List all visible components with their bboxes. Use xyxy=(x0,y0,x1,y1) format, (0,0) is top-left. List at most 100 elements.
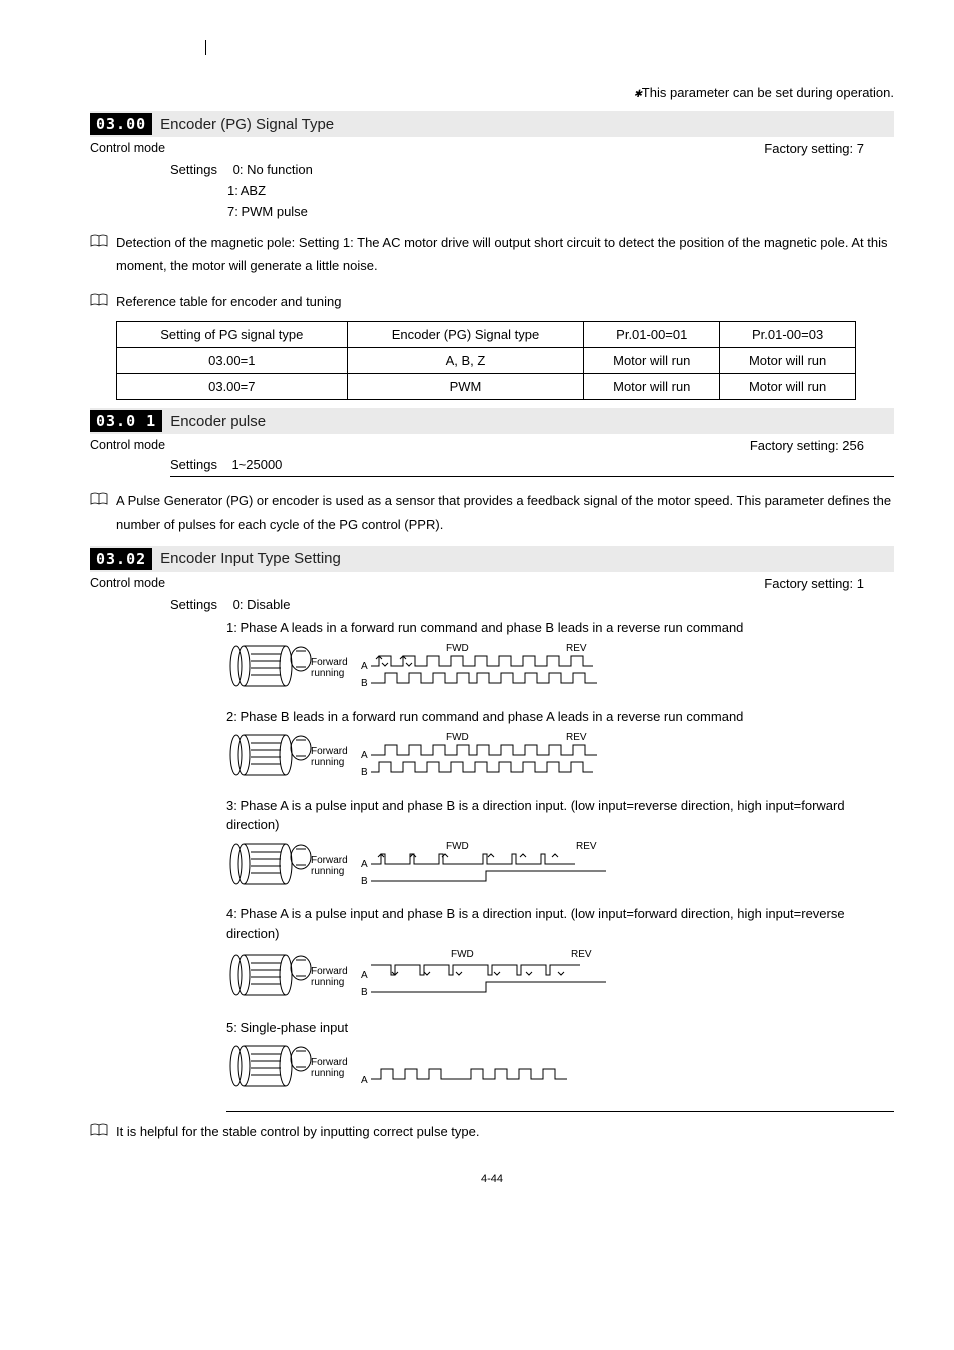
param-0302-code: 03.02 xyxy=(90,548,152,570)
note-reftable: Reference table for encoder and tuning xyxy=(90,290,894,313)
book-icon xyxy=(90,293,108,307)
note-text: Reference table for encoder and tuning xyxy=(116,290,342,313)
running-label: running xyxy=(311,866,344,877)
option-3-text: 3: Phase A is a pulse input and phase B … xyxy=(226,796,894,835)
motor-diagram-5: Forward running A xyxy=(226,1041,676,1091)
param-0300-header: 03.00 Encoder (PG) Signal Type xyxy=(90,111,894,137)
param-0302-header: 03.02 Encoder Input Type Setting xyxy=(90,546,894,572)
fwd-label: FWD xyxy=(446,732,469,743)
fwd-label: FWD xyxy=(451,949,474,960)
motor-diagram-4: Forward running A B FWD REV xyxy=(226,947,676,1002)
setting-option-1: 1: ABZ xyxy=(227,183,894,198)
control-mode-label: Control mode xyxy=(90,576,165,591)
header-mark xyxy=(90,40,894,55)
table-cell: Motor will run xyxy=(720,374,856,400)
divider xyxy=(226,1111,894,1112)
factory-setting: Factory setting: 7 xyxy=(764,141,894,156)
note-text: It is helpful for the stable control by … xyxy=(116,1120,479,1143)
option-5-block: 5: Single-phase input Forward running A xyxy=(226,1018,894,1101)
control-mode-label: Control mode xyxy=(90,438,165,453)
param-0302-title: Encoder Input Type Setting xyxy=(160,550,341,567)
table-cell: Motor will run xyxy=(584,348,720,374)
param-0301-header: 03.0 1 Encoder pulse xyxy=(90,408,894,434)
b-label: B xyxy=(361,767,368,778)
note-pg: A Pulse Generator (PG) or encoder is use… xyxy=(90,489,894,536)
table-row: 03.00=1 A, B, Z Motor will run Motor wil… xyxy=(117,348,856,374)
running-label: running xyxy=(311,668,344,679)
table-header: Encoder (PG) Signal type xyxy=(347,322,584,348)
param-0300-row: Control mode Factory setting: 7 xyxy=(90,141,894,156)
rev-label: REV xyxy=(576,841,597,852)
rev-label: REV xyxy=(566,643,587,654)
control-mode-label: Control mode xyxy=(90,141,165,156)
fwd-label: FWD xyxy=(446,841,469,852)
param-0301-settings: Settings 1~25000 xyxy=(170,457,894,477)
settings-label: Settings xyxy=(170,162,217,177)
param-0300-settings: Settings 0: No function xyxy=(170,162,894,177)
option-1-text: 1: Phase A leads in a forward run comman… xyxy=(226,618,894,638)
table-header: Pr.01-00=01 xyxy=(584,322,720,348)
setting-option-0: 0: Disable xyxy=(233,597,291,612)
running-label: running xyxy=(311,977,344,988)
book-icon xyxy=(90,234,108,248)
notice-icon: ✱ xyxy=(634,86,642,101)
table-row: Setting of PG signal type Encoder (PG) S… xyxy=(117,322,856,348)
option-4-block: 4: Phase A is a pulse input and phase B … xyxy=(226,904,894,1012)
b-label: B xyxy=(361,678,368,689)
settings-label: Settings xyxy=(170,597,217,612)
b-label: B xyxy=(361,987,368,998)
motor-diagram-2: Forward running A B FWD REV xyxy=(226,730,676,780)
param-0302-row: Control mode Factory setting: 1 xyxy=(90,576,894,591)
note-stable: It is helpful for the stable control by … xyxy=(90,1120,894,1143)
a-label: A xyxy=(361,859,368,870)
table-cell: Motor will run xyxy=(584,374,720,400)
forward-label: Forward xyxy=(311,746,348,757)
note-text: A Pulse Generator (PG) or encoder is use… xyxy=(116,489,894,536)
table-row: 03.00=7 PWM Motor will run Motor will ru… xyxy=(117,374,856,400)
setting-option-2: 7: PWM pulse xyxy=(227,204,894,219)
settings-label: Settings xyxy=(170,457,217,472)
table-cell: 03.00=7 xyxy=(117,374,348,400)
table-cell: A, B, Z xyxy=(347,348,584,374)
running-label: running xyxy=(311,757,344,768)
table-cell: PWM xyxy=(347,374,584,400)
notice-text: This parameter can be set during operati… xyxy=(642,85,894,100)
a-label: A xyxy=(361,661,368,672)
rev-label: REV xyxy=(566,732,587,743)
rev-label: REV xyxy=(571,949,592,960)
note-text: Detection of the magnetic pole: Setting … xyxy=(116,231,894,278)
param-0300-title: Encoder (PG) Signal Type xyxy=(160,116,334,133)
fwd-label: FWD xyxy=(446,643,469,654)
book-icon xyxy=(90,1123,108,1137)
page-number: 4-44 xyxy=(90,1173,894,1185)
table-header: Setting of PG signal type xyxy=(117,322,348,348)
factory-setting: Factory setting: 256 xyxy=(750,438,894,453)
param-set-notice: ✱This parameter can be set during operat… xyxy=(90,85,894,101)
a-label: A xyxy=(361,970,368,981)
running-label: running xyxy=(311,1068,344,1079)
book-icon xyxy=(90,492,108,506)
table-cell: Motor will run xyxy=(720,348,856,374)
forward-label: Forward xyxy=(311,657,348,668)
param-0301-row: Control mode Factory setting: 256 xyxy=(90,438,894,453)
a-label: A xyxy=(361,750,368,761)
setting-option: 0: No function xyxy=(233,162,313,177)
param-0301-title: Encoder pulse xyxy=(170,413,266,430)
settings-range: 1~25000 xyxy=(231,457,282,472)
forward-label: Forward xyxy=(311,966,348,977)
param-0300-code: 03.00 xyxy=(90,113,152,135)
param-0302-settings: Settings 0: Disable xyxy=(170,597,894,612)
param-0301-code: 03.0 1 xyxy=(90,410,162,432)
a-label: A xyxy=(361,1075,368,1086)
note-detection: Detection of the magnetic pole: Setting … xyxy=(90,231,894,278)
motor-diagram-3: Forward running A B FWD REV xyxy=(226,839,676,889)
b-label: B xyxy=(361,876,368,887)
forward-label: Forward xyxy=(311,1057,348,1068)
option-5-text: 5: Single-phase input xyxy=(226,1018,894,1038)
table-cell: 03.00=1 xyxy=(117,348,348,374)
option-3-block: 3: Phase A is a pulse input and phase B … xyxy=(226,796,894,899)
option-2-block: 2: Phase B leads in a forward run comman… xyxy=(226,707,894,790)
option-4-text: 4: Phase A is a pulse input and phase B … xyxy=(226,904,894,943)
table-header: Pr.01-00=03 xyxy=(720,322,856,348)
reference-table: Setting of PG signal type Encoder (PG) S… xyxy=(116,321,856,400)
